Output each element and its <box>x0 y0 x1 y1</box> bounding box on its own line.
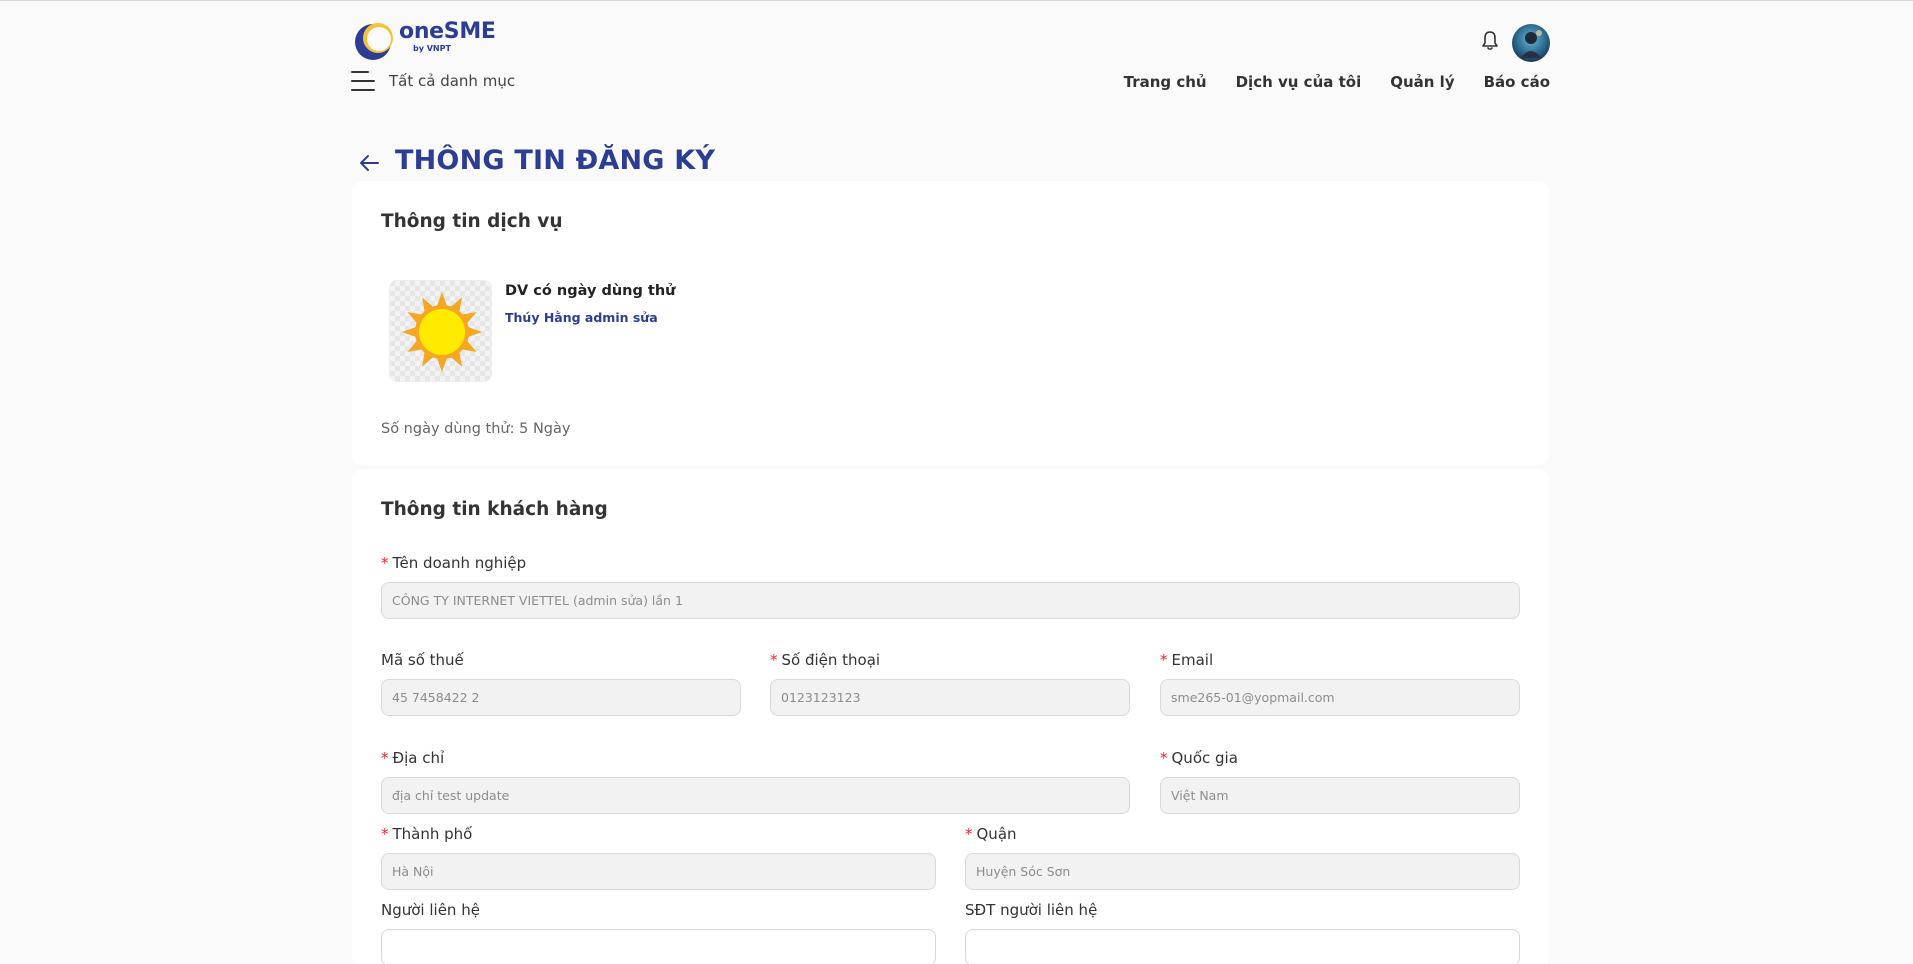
page: oneSME by VNPT Tất cả danh mục Trang chủ… <box>0 1 1913 964</box>
company-label: * Tên doanh nghiệp <box>381 554 527 572</box>
email-field[interactable] <box>1160 679 1520 716</box>
phone-label: * Số điện thoại <box>770 651 881 669</box>
service-section-title: Thông tin dịch vụ <box>381 211 563 232</box>
required-mark: * <box>770 651 778 669</box>
nav-management[interactable]: Quản lý <box>1390 73 1454 91</box>
contact-label: Người liên hệ <box>381 901 480 919</box>
service-name: DV có ngày dùng thử <box>505 283 676 299</box>
city-label: * Thành phố <box>381 825 473 843</box>
tax-field[interactable] <box>381 679 741 716</box>
country-field[interactable] <box>1160 777 1520 814</box>
avatar[interactable] <box>1512 24 1550 62</box>
sun-icon <box>390 281 491 381</box>
tax-label: Mã số thuế <box>381 651 464 669</box>
hamburger-icon[interactable] <box>351 71 375 91</box>
required-mark: * <box>381 749 389 767</box>
address-label: * Địa chỉ <box>381 749 445 767</box>
nav-my-services[interactable]: Dịch vụ của tôi <box>1236 73 1362 91</box>
country-label: * Quốc gia <box>1160 749 1238 767</box>
bell-icon[interactable] <box>1480 30 1500 52</box>
logo-name: oneSME <box>399 19 496 44</box>
arrow-left-icon[interactable] <box>358 151 382 175</box>
required-mark: * <box>1160 651 1168 669</box>
logo-sub: by VNPT <box>413 44 451 53</box>
trial-days: Số ngày dùng thử: 5 Ngày <box>381 421 570 437</box>
service-provider-link[interactable]: Thúy Hằng admin sửa <box>505 310 658 325</box>
category-menu-label[interactable]: Tất cả danh mục <box>389 72 515 90</box>
page-title: THÔNG TIN ĐĂNG KÝ <box>395 145 716 176</box>
trial-days-label: Số ngày dùng thử: <box>381 421 515 437</box>
contact-field[interactable] <box>381 929 936 964</box>
required-mark: * <box>965 825 973 843</box>
district-label: * Quận <box>965 825 1017 843</box>
service-image <box>389 280 492 382</box>
contact-phone-label: SĐT người liên hệ <box>965 901 1098 919</box>
company-field[interactable] <box>381 582 1520 619</box>
required-mark: * <box>381 825 389 843</box>
city-field[interactable] <box>381 853 936 890</box>
main-nav: Trang chủ Dịch vụ của tôi Quản lý Báo cá… <box>1124 73 1550 91</box>
customer-section-title: Thông tin khách hàng <box>381 499 608 520</box>
required-mark: * <box>381 554 389 572</box>
category-menu[interactable]: Tất cả danh mục <box>351 71 515 91</box>
district-field[interactable] <box>965 853 1520 890</box>
logo-icon <box>353 21 393 61</box>
email-label: * Email <box>1160 651 1214 669</box>
nav-reports[interactable]: Báo cáo <box>1484 73 1550 91</box>
address-field[interactable] <box>381 777 1130 814</box>
logo[interactable]: oneSME by VNPT <box>353 21 496 61</box>
nav-home[interactable]: Trang chủ <box>1124 73 1207 91</box>
contact-phone-field[interactable] <box>965 929 1520 964</box>
trial-days-value: 5 Ngày <box>519 421 571 437</box>
required-mark: * <box>1160 749 1168 767</box>
phone-field[interactable] <box>770 679 1130 716</box>
